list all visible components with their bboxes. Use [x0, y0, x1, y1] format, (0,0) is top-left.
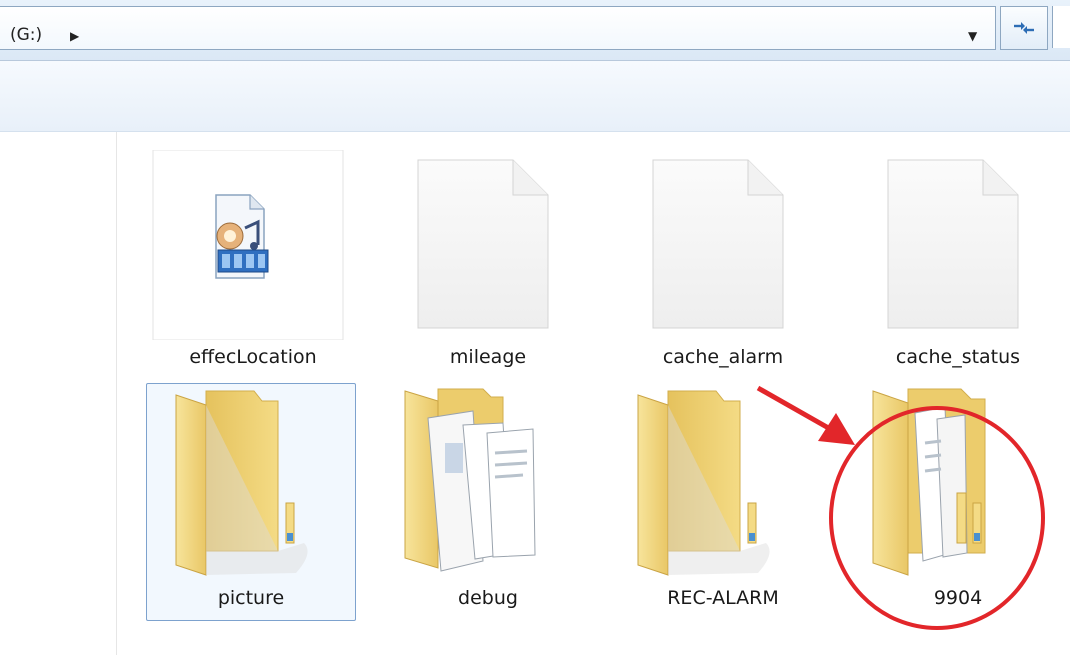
address-bar-area: (G:) ▶ ▼ [0, 0, 1070, 61]
blank-file-icon [652, 159, 784, 329]
command-toolbar [0, 61, 1070, 132]
documents-folder-icon [872, 388, 986, 576]
chevron-down-icon[interactable]: ▼ [968, 29, 977, 43]
file-name: cache_status [895, 346, 1021, 368]
address-field[interactable]: (G:) ▶ ▼ [0, 6, 996, 50]
folder-item-highlighted[interactable]: 9904 [853, 383, 1063, 621]
folder-item[interactable]: REC-ALARM [618, 383, 828, 621]
file-item[interactable]: mileage [383, 150, 593, 375]
folder-item[interactable]: debug [383, 383, 593, 621]
file-list-view: effecLocation mileage cache_alarm cache_… [117, 132, 1070, 655]
folder-item-selected[interactable]: picture [146, 383, 356, 621]
file-name: cache_alarm [662, 346, 784, 368]
file-name: mileage [449, 346, 527, 368]
file-item[interactable]: cache_status [853, 150, 1063, 375]
address-path[interactable]: (G:) [10, 25, 42, 45]
folder-name: 9904 [933, 587, 983, 609]
folder-name: picture [217, 587, 285, 609]
documents-folder-icon [404, 388, 536, 572]
search-box-edge[interactable] [1052, 6, 1070, 48]
blank-file-icon [887, 159, 1019, 329]
chevron-right-icon[interactable]: ▶ [70, 29, 79, 43]
navigation-pane[interactable] [0, 132, 117, 655]
refresh-icon [1014, 22, 1034, 34]
refresh-button[interactable] [1000, 6, 1048, 50]
empty-folder-icon [637, 390, 770, 576]
file-item[interactable]: cache_alarm [618, 150, 828, 375]
media-file-icon [152, 150, 344, 340]
folder-name: debug [458, 587, 518, 609]
folder-name: REC-ALARM [667, 587, 779, 609]
empty-folder-icon [175, 390, 308, 576]
file-name: effecLocation [189, 346, 317, 368]
blank-file-icon [417, 159, 549, 329]
file-item[interactable]: effecLocation [148, 150, 358, 375]
